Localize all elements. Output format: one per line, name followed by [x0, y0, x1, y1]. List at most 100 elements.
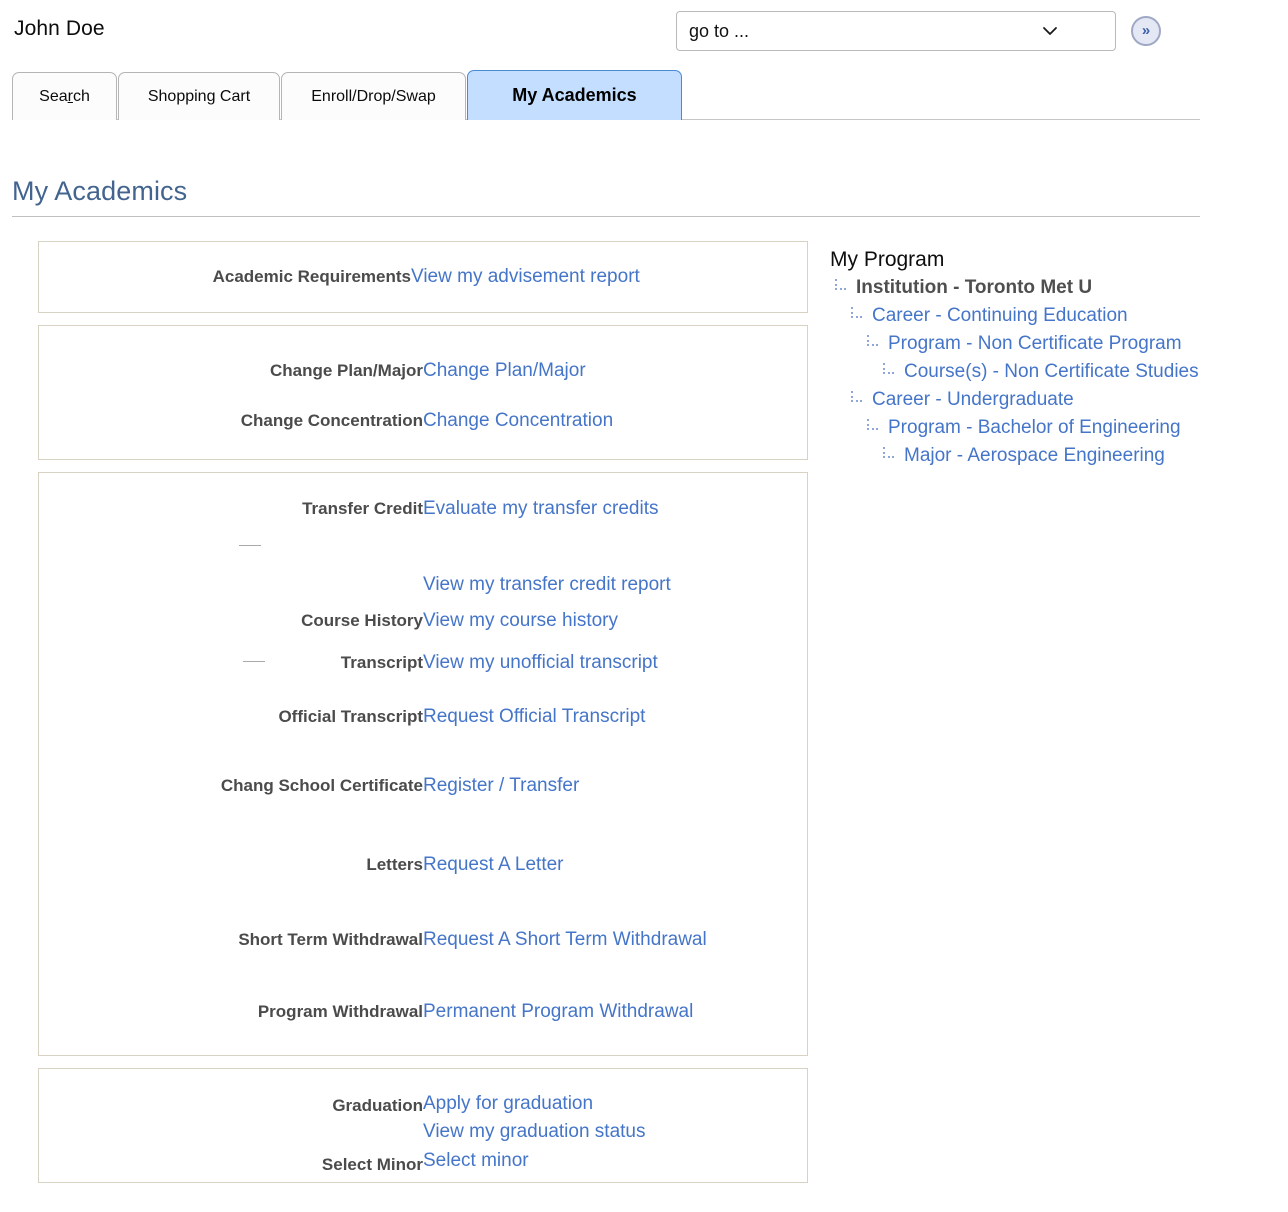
- row-label: [39, 567, 423, 603]
- table-row: Short Term Withdrawal Request A Short Te…: [39, 904, 807, 976]
- row-label: Program Withdrawal: [257, 1002, 423, 1021]
- row-label: Official Transcript: [278, 707, 423, 726]
- tree-elbow-icon: [866, 419, 880, 437]
- row-label: Select Minor: [321, 1155, 423, 1174]
- row-links: Request Official Transcript: [423, 687, 807, 747]
- table-row: Change Plan/Major Change Plan/Major: [39, 348, 807, 394]
- link-register-transfer[interactable]: Register / Transfer: [423, 775, 579, 796]
- tree-node-label: Institution - Toronto Met U: [856, 277, 1093, 298]
- row-label: Transfer Credit: [302, 499, 423, 518]
- link-view-transfer-credit-report[interactable]: View my transfer credit report: [423, 574, 671, 595]
- row-label: Change Plan/Major: [269, 361, 423, 380]
- tree-node-label[interactable]: Career - Continuing Education: [872, 304, 1128, 328]
- row-links: View my unofficial transcript: [423, 639, 807, 687]
- table-row: Chang School Certificate Register / Tran…: [39, 747, 807, 825]
- link-view-unofficial-transcript[interactable]: View my unofficial transcript: [423, 652, 658, 673]
- row-label: Chang School Certificate: [220, 776, 423, 795]
- page-title-rule: [12, 216, 1200, 217]
- row-links: [423, 523, 807, 567]
- row-links: Change Plan/Major: [423, 348, 807, 394]
- panel-academic-requirements: Academic Requirements View my advisement…: [38, 241, 808, 313]
- tab-search[interactable]: Search: [12, 72, 117, 120]
- row-label: Transcript: [39, 639, 423, 687]
- row-links: View my transfer credit report: [423, 567, 807, 603]
- panel-records-and-requests: Transfer Credit Evaluate my transfer cre…: [38, 472, 808, 1056]
- goto-control-group: go to ... »: [676, 11, 1161, 51]
- double-chevron-right-icon: »: [1141, 22, 1151, 39]
- tree-elbow-icon: [850, 391, 864, 409]
- page-header: John Doe go to ... »: [0, 0, 1288, 64]
- tab-my-academics[interactable]: My Academics: [467, 70, 682, 120]
- tree-elbow-icon: [850, 307, 864, 325]
- link-view-graduation-status[interactable]: View my graduation status: [423, 1121, 646, 1142]
- row-links: View my course history: [423, 603, 807, 639]
- my-program-panel: My Program Institution - Toronto Met U C…: [826, 248, 1276, 472]
- tree-node-major-aerospace-engineering[interactable]: Major - Aerospace Engineering: [882, 444, 1276, 472]
- link-view-course-history[interactable]: View my course history: [423, 610, 618, 631]
- row-label-empty: [39, 1121, 423, 1150]
- tree-node-courses-non-certificate-studies[interactable]: Course(s) - Non Certificate Studies: [882, 360, 1276, 388]
- page-title: My Academics: [12, 176, 188, 206]
- tab-shopping-cart[interactable]: Shopping Cart: [118, 72, 280, 120]
- tree-node-program-bachelor-of-engineering[interactable]: Program - Bachelor of Engineering: [866, 416, 1276, 444]
- tab-enroll-drop-swap-label: Enroll/Drop/Swap: [311, 87, 436, 105]
- tree-elbow-icon: [834, 279, 848, 297]
- table-row: Graduation Apply for graduation: [39, 1091, 807, 1121]
- row-label: Change Concentration: [240, 411, 423, 430]
- tree-node-program-non-certificate[interactable]: Program - Non Certificate Program: [866, 332, 1276, 360]
- link-request-a-letter[interactable]: Request A Letter: [423, 854, 564, 875]
- table-row: View my graduation status: [39, 1121, 807, 1150]
- row-links: Change Concentration: [423, 394, 807, 448]
- row-links: View my graduation status: [423, 1121, 807, 1150]
- row-links: Apply for graduation: [423, 1091, 807, 1121]
- tree-elbow-icon: [882, 447, 896, 465]
- panel-change-plan: Change Plan/Major Change Plan/Major Chan…: [38, 325, 808, 460]
- empty-label-dash-icon: [239, 545, 261, 547]
- table-row: Select Minor Select minor: [39, 1150, 807, 1180]
- table-row: Transcript View my unofficial transcript: [39, 639, 807, 687]
- link-evaluate-transfer-credits[interactable]: Evaluate my transfer credits: [423, 498, 658, 519]
- row-label: Short Term Withdrawal: [238, 930, 423, 949]
- empty-label-dash-icon: [243, 661, 265, 662]
- panel-graduation: Graduation Apply for graduation View my …: [38, 1068, 808, 1183]
- row-label-text: Transcript: [340, 653, 423, 672]
- row-links: Evaluate my transfer credits: [423, 495, 807, 523]
- table-row: Letters Request A Letter: [39, 825, 807, 904]
- link-apply-for-graduation[interactable]: Apply for graduation: [423, 1093, 593, 1114]
- link-request-short-term-withdrawal[interactable]: Request A Short Term Withdrawal: [423, 929, 707, 950]
- tree-node-label[interactable]: Career - Undergraduate: [872, 388, 1074, 412]
- tab-enroll-drop-swap[interactable]: Enroll/Drop/Swap: [281, 72, 466, 120]
- row-links: Permanent Program Withdrawal: [423, 976, 807, 1048]
- table-row: Program Withdrawal Permanent Program Wit…: [39, 976, 807, 1048]
- goto-select[interactable]: go to ...: [676, 11, 1116, 51]
- tree-node-career-undergraduate[interactable]: Career - Undergraduate: [850, 388, 1276, 416]
- table-row: Change Concentration Change Concentratio…: [39, 394, 807, 448]
- row-label: Letters: [366, 854, 423, 874]
- tree-node-career-continuing-education[interactable]: Career - Continuing Education: [850, 304, 1276, 332]
- goto-submit-button[interactable]: »: [1131, 16, 1161, 46]
- my-program-title: My Program: [830, 248, 945, 271]
- row-label: Graduation: [332, 1096, 423, 1115]
- tree-node-label[interactable]: Course(s) - Non Certificate Studies: [904, 360, 1199, 384]
- tab-bar: Search Shopping Cart Enroll/Drop/Swap My…: [12, 64, 1288, 120]
- tree-elbow-icon: [882, 363, 896, 381]
- link-request-official-transcript[interactable]: Request Official Transcript: [423, 706, 645, 727]
- tree-elbow-icon: [866, 335, 880, 353]
- row-links: View my advisement report: [411, 242, 807, 312]
- link-select-minor[interactable]: Select minor: [423, 1150, 529, 1171]
- tree-node-label[interactable]: Program - Bachelor of Engineering: [888, 416, 1181, 440]
- link-change-plan-major[interactable]: Change Plan/Major: [423, 360, 586, 381]
- spacer-row: [39, 1069, 807, 1091]
- tree-node-label[interactable]: Major - Aerospace Engineering: [904, 444, 1165, 468]
- link-change-concentration[interactable]: Change Concentration: [423, 410, 613, 431]
- table-row: Course History View my course history: [39, 603, 807, 639]
- spacer-row: [39, 473, 807, 495]
- table-row: Academic Requirements View my advisement…: [39, 242, 807, 312]
- link-permanent-program-withdrawal[interactable]: Permanent Program Withdrawal: [423, 1001, 693, 1022]
- link-view-advisement-report[interactable]: View my advisement report: [411, 266, 640, 287]
- tree-node-label[interactable]: Program - Non Certificate Program: [888, 332, 1182, 356]
- table-row: View my transfer credit report: [39, 567, 807, 603]
- row-links: Select minor: [423, 1150, 807, 1180]
- row-label: Course History: [301, 611, 423, 630]
- row-links: Register / Transfer: [423, 747, 807, 825]
